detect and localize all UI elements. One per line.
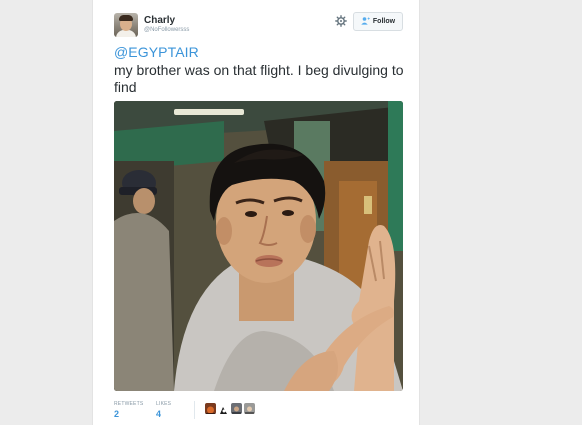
likes-count[interactable]: 4 — [156, 409, 161, 419]
liker-avatar[interactable] — [231, 403, 242, 414]
follow-button[interactable]: Follow — [353, 12, 403, 31]
gear-icon[interactable] — [335, 15, 347, 27]
stats-divider — [194, 401, 195, 419]
retweets-label: RETWEETS — [114, 401, 144, 407]
tweet-card: Charly @NoFollowersss Follow @EGYPTAIR m… — [92, 0, 420, 425]
author-handle[interactable]: @NoFollowersss — [144, 27, 189, 33]
page-background-right — [412, 0, 582, 425]
author-display-name[interactable]: Charly — [144, 15, 175, 26]
mention-link[interactable]: @EGYPTAIR — [114, 44, 199, 60]
liker-avatar[interactable] — [218, 403, 229, 414]
follow-button-label: Follow — [372, 18, 396, 25]
avatar-shirt — [116, 30, 136, 37]
person-add-icon — [361, 16, 370, 27]
liker-avatar[interactable] — [244, 403, 255, 414]
retweets-count[interactable]: 2 — [114, 409, 119, 419]
page-background-left — [0, 0, 92, 425]
tweet-text: my brother was on that flight. I beg div… — [114, 62, 404, 95]
likes-label: LIKES — [156, 401, 172, 407]
avatar-hair — [119, 15, 133, 21]
avatar[interactable] — [114, 13, 138, 37]
tweet-photo[interactable] — [114, 101, 403, 391]
liker-avatar[interactable] — [205, 403, 216, 414]
